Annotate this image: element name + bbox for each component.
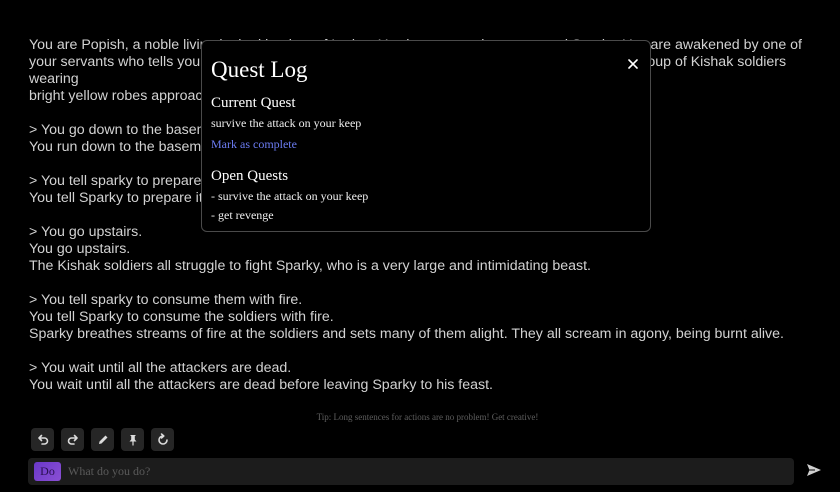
mode-selector-button[interactable]: Do [34,462,61,481]
send-icon [807,464,821,476]
pin-button[interactable] [121,428,144,451]
action-input-bar: Do [28,458,794,485]
open-quests-heading: Open Quests [211,168,289,184]
pencil-icon [98,435,107,444]
retry-button[interactable] [151,428,174,451]
redo-button[interactable] [61,428,84,451]
tip-text: Tip: Long sentences for actions are no p… [316,412,539,422]
story-paragraph: > You wait until all the attackers are d… [29,360,493,393]
edit-button[interactable] [91,428,114,451]
undo-icon [37,434,48,445]
current-quest-heading: Current Quest [211,95,296,111]
redo-icon [67,434,78,445]
current-quest-text: survive the attack on your keep [211,116,362,130]
open-quest-item: - survive the attack on your keep [211,189,369,203]
action-toolbar [31,428,174,451]
close-icon[interactable] [625,56,641,72]
refresh-icon [157,432,168,445]
undo-button[interactable] [31,428,54,451]
modal-title: Quest Log [211,57,308,82]
quest-log-modal: Quest Log Current Quest survive the atta… [201,40,651,232]
action-input[interactable] [68,461,768,482]
story-paragraph: > You tell sparky to consume them with f… [29,292,784,342]
mark-complete-link[interactable]: Mark as complete [211,137,297,152]
send-button[interactable] [805,461,823,479]
pin-icon [129,434,136,445]
open-quest-item: - get revenge [211,208,274,222]
